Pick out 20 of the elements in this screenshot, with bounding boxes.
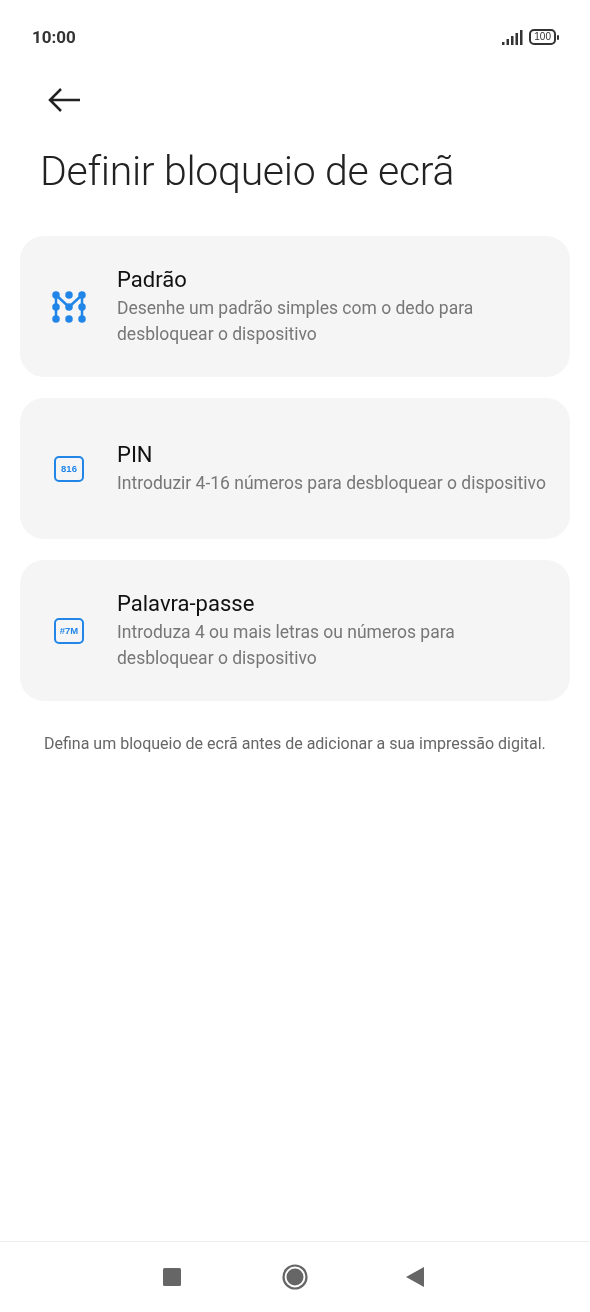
option-description: Introduza 4 ou mais letras ou números para desbloquear o dispositivo — [117, 620, 456, 670]
home-button[interactable] — [282, 1264, 308, 1293]
back-nav-button[interactable] — [406, 1267, 424, 1290]
lock-option-card[interactable]: 816 PIN Introduzir 4-16 números para desbloquear o dispositivo — [20, 398, 570, 539]
option-title: Padrão — [117, 266, 188, 292]
pattern-icon — [52, 289, 86, 324]
lock-option-card[interactable]: #7M Palavra-passe Introduza 4 ou mais letras ou números para desbloquear o dispositivo — [20, 560, 570, 701]
pin-icon: 816 — [54, 455, 84, 482]
lock-option-card[interactable]: Padrão Desenhe um padrão simples com o dedo para desbloquear o dispositivo — [20, 236, 570, 377]
password-icon: #7M — [54, 617, 84, 644]
battery-level: 100 — [529, 29, 556, 45]
footnote-text: Defina um bloqueio de ecrã antes de adicionar a sua impressão digital. — [44, 733, 547, 755]
recents-button[interactable] — [163, 1268, 181, 1289]
option-description: Desenhe um padrão simples com o dedo para desbloquear o dispositivo — [117, 296, 475, 346]
page-title: Definir bloqueio de ecrã — [40, 147, 456, 195]
option-title: Palavra-passe — [117, 590, 256, 616]
status-time: 10:00 — [32, 27, 76, 47]
option-title: PIN — [117, 441, 154, 467]
option-description: Introduzir 4-16 números para desbloquear o dispositivo — [117, 471, 546, 495]
signal-icon — [502, 29, 524, 45]
